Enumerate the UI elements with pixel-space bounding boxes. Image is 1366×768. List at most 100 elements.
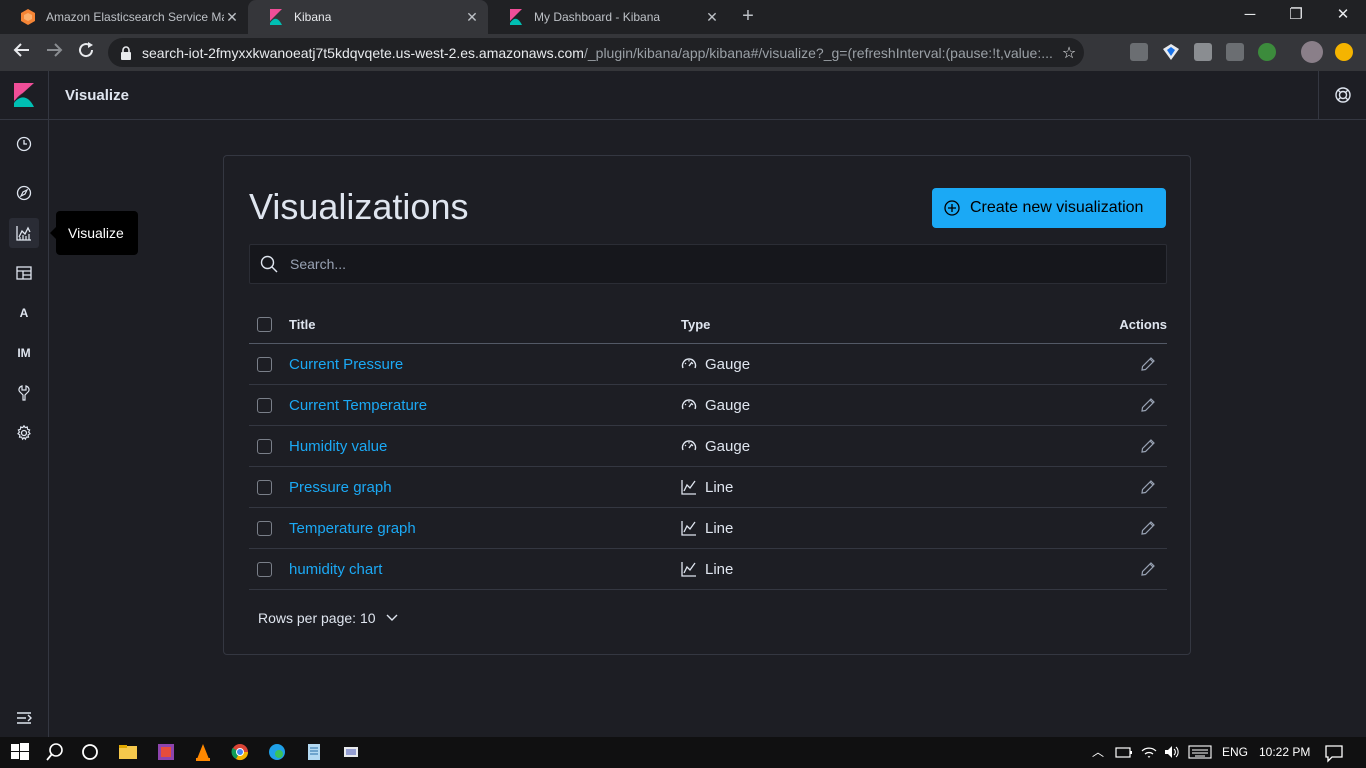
close-tab-icon[interactable]: ✕ xyxy=(224,9,240,26)
app-icon[interactable] xyxy=(341,742,361,762)
nav-dashboard[interactable] xyxy=(9,258,39,288)
nav-recent[interactable] xyxy=(9,129,39,159)
extension-icon[interactable] xyxy=(1130,43,1148,61)
collapse-nav-button[interactable] xyxy=(14,708,34,728)
gauge-icon xyxy=(681,440,697,451)
visualization-link[interactable]: Humidity value xyxy=(289,438,387,455)
visualization-link[interactable]: Temperature graph xyxy=(289,520,416,537)
kibana-header: Visualize xyxy=(0,71,1366,120)
type-label: Gauge xyxy=(705,355,751,373)
extension-icon[interactable] xyxy=(1226,43,1244,61)
forward-button[interactable] xyxy=(42,41,66,65)
column-header-title[interactable]: Title xyxy=(289,317,316,332)
search-input[interactable] xyxy=(290,256,1166,272)
battery-icon[interactable] xyxy=(1115,744,1133,760)
update-indicator-icon[interactable] xyxy=(1335,43,1353,61)
notepad-icon[interactable] xyxy=(304,742,324,762)
help-menu-button[interactable] xyxy=(1318,71,1366,119)
address-bar[interactable]: search-iot-2fmyxxkwanoeatj7t5kdqvqete.us… xyxy=(108,38,1084,67)
file-explorer-icon[interactable] xyxy=(118,742,138,762)
rows-per-page-selector[interactable]: Rows per page: 10 xyxy=(258,610,398,626)
visualization-link[interactable]: Pressure graph xyxy=(289,479,392,496)
restore-button[interactable]: ❐ xyxy=(1273,0,1319,34)
pencil-icon[interactable] xyxy=(1141,398,1155,412)
edge-icon[interactable] xyxy=(267,742,287,762)
pencil-icon[interactable] xyxy=(1141,521,1155,535)
extension-icon[interactable] xyxy=(1194,43,1212,61)
line-chart-icon xyxy=(681,562,696,577)
browser-toolbar: search-iot-2fmyxxkwanoeatj7t5kdqvqete.us… xyxy=(0,34,1366,95)
show-hidden-icons[interactable]: ︿ xyxy=(1092,737,1104,768)
nav-management[interactable] xyxy=(9,418,39,448)
rows-per-page-label: Rows per page: 10 xyxy=(258,610,376,626)
nav-dev-tools[interactable] xyxy=(9,378,39,408)
help-lifebuoy-icon xyxy=(1335,87,1351,103)
volume-icon[interactable] xyxy=(1163,744,1181,760)
keyboard-icon[interactable] xyxy=(1188,745,1212,759)
clock[interactable]: 10:22 PM xyxy=(1259,737,1310,768)
select-all-checkbox[interactable] xyxy=(257,317,272,332)
tab-title: Kibana xyxy=(294,10,332,24)
extension-icon[interactable] xyxy=(1258,43,1276,61)
row-checkbox[interactable] xyxy=(257,561,272,577)
close-tab-icon[interactable]: ✕ xyxy=(464,9,480,26)
nav-discover[interactable] xyxy=(9,178,39,208)
pencil-icon[interactable] xyxy=(1141,439,1155,453)
new-tab-button[interactable]: + xyxy=(737,6,759,28)
type-cell: Gauge xyxy=(681,356,750,373)
vlc-icon[interactable] xyxy=(193,742,213,762)
row-checkbox[interactable] xyxy=(257,397,272,413)
dashboard-icon xyxy=(16,266,32,280)
type-cell: Line xyxy=(681,479,733,496)
profile-avatar[interactable] xyxy=(1301,41,1323,63)
visualizations-panel: Visualizations Create new visualization … xyxy=(223,155,1191,655)
row-checkbox[interactable] xyxy=(257,520,272,536)
task-view-icon[interactable] xyxy=(80,742,100,762)
table-row: Pressure graph Line xyxy=(249,467,1167,508)
visualization-link[interactable]: humidity chart xyxy=(289,561,382,578)
pencil-icon[interactable] xyxy=(1141,357,1155,371)
nav-visualize[interactable] xyxy=(9,218,39,248)
search-icon[interactable] xyxy=(45,742,65,762)
visualization-link[interactable]: Current Temperature xyxy=(289,397,427,414)
lock-icon xyxy=(121,45,131,60)
table-row: Current Pressure Gauge xyxy=(249,344,1167,385)
nav-tooltip: Visualize xyxy=(50,211,138,255)
close-tab-icon[interactable]: ✕ xyxy=(704,9,720,26)
chrome-icon[interactable] xyxy=(230,742,250,762)
create-visualization-button[interactable]: Create new visualization xyxy=(932,188,1166,228)
row-checkbox[interactable] xyxy=(257,356,272,372)
windows-start-icon[interactable] xyxy=(10,742,30,762)
tab-title: My Dashboard - Kibana xyxy=(534,10,661,24)
reload-button[interactable] xyxy=(74,41,98,65)
tab-kibana[interactable]: Kibana ✕ xyxy=(248,0,488,34)
side-nav: A IM xyxy=(0,120,49,737)
pencil-icon[interactable] xyxy=(1141,480,1155,494)
kibana-logo[interactable] xyxy=(0,71,49,119)
nav-alerting[interactable]: A xyxy=(9,298,39,328)
tab-dashboard[interactable]: My Dashboard - Kibana ✕ xyxy=(488,0,728,34)
close-window-button[interactable]: ✕ xyxy=(1320,0,1366,34)
chart-icon xyxy=(16,226,31,241)
back-button[interactable] xyxy=(10,41,34,65)
browser-tab-bar: Amazon Elasticsearch Service Ma ✕ Kibana… xyxy=(0,0,1366,34)
minimize-button[interactable]: ─ xyxy=(1227,0,1273,34)
tab-aws[interactable]: Amazon Elasticsearch Service Ma ✕ xyxy=(0,0,248,34)
column-header-type[interactable]: Type xyxy=(681,317,710,332)
gauge-icon xyxy=(681,358,697,369)
reload-icon xyxy=(79,42,94,58)
notification-icon[interactable] xyxy=(1324,743,1344,763)
row-checkbox[interactable] xyxy=(257,479,272,495)
shield-extension-icon[interactable] xyxy=(1162,43,1180,61)
nav-index-management[interactable]: IM xyxy=(9,338,39,368)
input-language[interactable]: ENG xyxy=(1222,737,1248,768)
pencil-icon[interactable] xyxy=(1141,562,1155,576)
visualization-link[interactable]: Current Pressure xyxy=(289,356,403,373)
wifi-icon[interactable] xyxy=(1140,744,1158,760)
line-chart-icon xyxy=(681,521,696,536)
bookmark-star-icon[interactable]: ☆ xyxy=(1054,43,1084,63)
winrar-icon[interactable] xyxy=(156,742,176,762)
row-checkbox[interactable] xyxy=(257,438,272,454)
gear-icon xyxy=(17,425,31,441)
type-label: Gauge xyxy=(705,396,751,414)
